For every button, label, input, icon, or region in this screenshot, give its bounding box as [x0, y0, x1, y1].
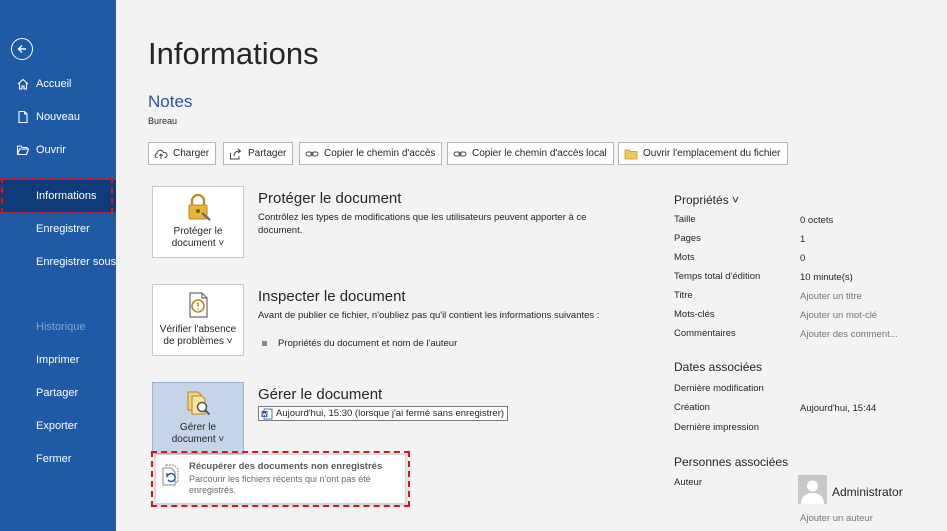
copy-path-button[interactable]: Copier le chemin d'accès [299, 142, 443, 165]
nav-nouveau[interactable]: Nouveau [0, 101, 116, 133]
link-icon [453, 148, 467, 160]
nav-partager[interactable]: Partager [0, 377, 116, 409]
person-icon [801, 480, 824, 504]
nav-historique: Historique [0, 311, 116, 343]
manage-button-label: Gérer le document ˅ [171, 422, 225, 445]
date-value-created: Aujourd'hui, 15:44 [800, 403, 877, 414]
protect-button-label: Protéger le document ˅ [171, 226, 225, 249]
document-location: Bureau [148, 116, 178, 126]
prop-label-edit-time: Temps total d'édition [674, 271, 761, 282]
inspect-document-icon [189, 292, 208, 318]
nav-label: Imprimer [36, 354, 80, 366]
nav-label: Enregistrer [36, 223, 90, 235]
recover-document-icon [162, 464, 179, 486]
author-label: Auteur [674, 477, 702, 488]
prop-label-pages: Pages [674, 233, 701, 244]
version-label: Aujourd'hui, 15:30 (lorsque j'ai fermé s… [276, 408, 505, 419]
nav-label: Ouvrir [36, 144, 66, 156]
manage-document-button[interactable]: Gérer le document ˅ [152, 382, 244, 454]
prop-value-words: 0 [800, 253, 806, 264]
prop-value-comments[interactable]: Ajouter des comment... [800, 329, 898, 340]
open-location-button[interactable]: Ouvrir l'emplacement du fichier [618, 142, 788, 165]
page-title: Informations [148, 36, 319, 71]
nav-label: Historique [36, 321, 86, 333]
recover-title: Récupérer des documents non enregistrés [189, 461, 383, 472]
word-document-icon [261, 408, 273, 419]
recover-description: Parcourir les fichiers récents qui n'ont… [189, 474, 371, 495]
properties-heading[interactable]: Propriétés ˅ [674, 193, 739, 207]
share-icon [229, 148, 243, 160]
bullet-square-icon [262, 341, 267, 346]
version-item[interactable]: Aujourd'hui, 15:30 (lorsque j'ai fermé s… [258, 406, 509, 421]
prop-value-pages: 1 [800, 234, 806, 245]
protect-document-button[interactable]: Protéger le document ˅ [152, 186, 244, 258]
nav-label: Informations [36, 190, 97, 202]
copy-local-path-label: Copier le chemin d'accès local [472, 148, 607, 159]
link-icon [305, 148, 319, 160]
back-arrow-icon [17, 45, 26, 53]
nav-label: Fermer [36, 453, 72, 465]
share-label: Partager [248, 148, 287, 159]
recover-unsaved-documents-item[interactable]: Récupérer des documents non enregistrés … [155, 454, 406, 504]
nav-label: Enregistrer sous [36, 256, 117, 268]
nav-enregistrer-sous[interactable]: Enregistrer sous [0, 246, 116, 278]
date-label-printed: Dernière impression [674, 422, 760, 433]
nav-label: Nouveau [36, 111, 81, 123]
copy-path-label: Copier le chemin d'accès [324, 148, 436, 159]
share-button[interactable]: Partager [223, 142, 294, 165]
nav-accueil[interactable]: Accueil [0, 68, 116, 100]
manage-document-icon [187, 391, 211, 416]
home-icon [16, 77, 30, 91]
manage-title: Gérer le document [258, 386, 383, 403]
prop-value-keywords[interactable]: Ajouter un mot-clé [800, 310, 877, 321]
date-label-created: Création [674, 402, 710, 413]
prop-value-title[interactable]: Ajouter un titre [800, 291, 862, 302]
back-button[interactable] [11, 38, 33, 60]
prop-label-keywords: Mots-clés [674, 309, 715, 320]
check-issues-label: Vérifier l'absence de problèmes ˅ [159, 324, 237, 347]
lock-key-icon [188, 193, 211, 221]
people-heading: Personnes associées [674, 455, 789, 469]
nav-imprimer[interactable]: Imprimer [0, 344, 116, 376]
nav-informations[interactable]: Informations [0, 180, 116, 212]
nav-fermer[interactable]: Fermer [0, 443, 116, 475]
copy-local-path-button[interactable]: Copier le chemin d'accès local [447, 142, 614, 165]
prop-label-title: Titre [674, 290, 693, 301]
prop-label-size: Taille [674, 214, 696, 225]
nav-ouvrir[interactable]: Ouvrir [0, 134, 116, 166]
protect-description: Contrôlez les types de modifications que… [258, 212, 587, 236]
nav-label: Accueil [36, 78, 72, 90]
prop-label-words: Mots [674, 252, 695, 263]
check-issues-button[interactable]: Vérifier l'absence de problèmes ˅ [152, 284, 244, 356]
upload-label: Charger [173, 148, 210, 159]
nav-label: Exporter [36, 420, 78, 432]
protect-title: Protéger le document [258, 190, 402, 207]
backstage-sidebar: Accueil Nouveau Ouvrir Informations Enre… [0, 0, 116, 531]
prop-label-comments: Commentaires [674, 328, 736, 339]
inspect-bullet-text: Propriétés du document et nom de l'auteu… [278, 338, 458, 349]
cloud-upload-icon [154, 148, 168, 160]
avatar [798, 475, 827, 504]
nav-exporter[interactable]: Exporter [0, 410, 116, 442]
date-label-modified: Dernière modification [674, 383, 764, 394]
nav-enregistrer[interactable]: Enregistrer [0, 213, 116, 245]
dates-heading: Dates associées [674, 360, 763, 374]
document-name: Notes [148, 92, 193, 111]
new-document-icon [16, 110, 30, 124]
inspect-description: Avant de publier ce fichier, n'oubliez p… [258, 310, 600, 321]
add-author-link[interactable]: Ajouter un auteur [800, 513, 873, 524]
inspect-bullet: Propriétés du document et nom de l'auteu… [262, 338, 457, 349]
upload-button[interactable]: Charger [148, 142, 217, 165]
folder-icon [624, 148, 638, 160]
open-folder-icon [16, 143, 30, 157]
author-name[interactable]: Administrator [832, 485, 903, 499]
nav-label: Partager [36, 387, 79, 399]
prop-value-size: 0 octets [800, 215, 834, 226]
prop-value-edit-time: 10 minute(s) [800, 272, 853, 283]
inspect-title: Inspecter le document [258, 288, 406, 305]
open-location-label: Ouvrir l'emplacement du fichier [643, 148, 781, 159]
